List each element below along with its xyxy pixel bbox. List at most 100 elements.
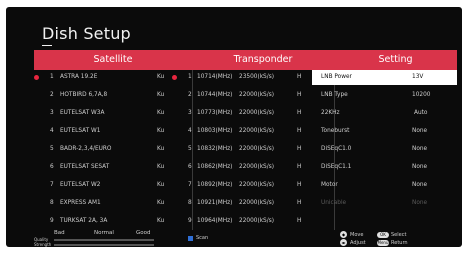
transponder-row[interactable]: 7 10892(MHz) 22000(kS/s) H	[172, 178, 332, 193]
setting-row-lnb-power[interactable]: LNB Power 13V	[312, 70, 457, 85]
setting-label: DiSEqC1.1	[321, 164, 352, 170]
ok-key-icon: OK	[377, 232, 389, 238]
satellite-number: 7	[50, 182, 54, 188]
satellite-band: Ku	[157, 74, 165, 80]
transponder-row[interactable]: 9 10964(MHz) 22000(kS/s) H	[172, 214, 332, 229]
satellite-number: 9	[50, 218, 54, 224]
transponder-number: 7	[188, 182, 192, 188]
satellite-number: 4	[50, 128, 54, 134]
setting-label: 22KHz	[321, 110, 340, 116]
dish-setup-screen: Dish Setup Satellite Transponder Setting…	[6, 7, 462, 247]
setting-value: Auto	[414, 110, 428, 116]
adjust-hint: Adjust	[350, 240, 366, 246]
satellite-row[interactable]: 6 EUTELSAT SESAT Ku	[34, 160, 192, 175]
transponder-symbol-rate: 22000(kS/s)	[239, 182, 274, 188]
transponder-frequency: 10862(MHz)	[197, 164, 233, 170]
transponder-frequency: 10773(MHz)	[197, 110, 233, 116]
satellite-row[interactable]: 8 EXPRESS AM1 Ku	[34, 196, 192, 211]
move-hint: Move	[350, 232, 364, 238]
setting-label: LNB Type	[321, 92, 348, 98]
setting-row-diseqc11[interactable]: DiSEqC1.1 None	[312, 160, 457, 175]
satellite-number: 5	[50, 146, 54, 152]
satellite-row[interactable]: 2 HOTBIRD 6,7A,8 Ku	[34, 88, 192, 103]
transponder-header[interactable]: Transponder	[192, 54, 334, 65]
setting-row-motor[interactable]: Motor None	[312, 178, 457, 193]
navigation-key-icon: ◆	[340, 231, 347, 238]
satellite-name: EXPRESS AM1	[60, 200, 101, 206]
transponder-row[interactable]: 4 10803(MHz) 22000(kS/s) H	[172, 124, 332, 139]
satellite-number: 8	[50, 200, 54, 206]
setting-label: Toneburst	[321, 128, 350, 134]
setting-value: None	[412, 200, 428, 206]
select-hint: Select	[391, 232, 407, 238]
transponder-symbol-rate: 22000(kS/s)	[239, 218, 274, 224]
transponder-polarization: H	[297, 110, 302, 116]
satellite-row[interactable]: 9 TURKSAT 2A, 3A Ku	[34, 214, 192, 229]
satellite-name: BADR-2,3,4/EURO	[60, 146, 112, 152]
satellite-band: Ku	[157, 200, 165, 206]
transponder-row[interactable]: 8 10921(MHz) 22000(kS/s) H	[172, 196, 332, 211]
satellite-number: 2	[50, 92, 54, 98]
satellite-row[interactable]: 1 ASTRA 19.2E Ku	[34, 70, 192, 85]
setting-row-toneburst[interactable]: Toneburst None	[312, 124, 457, 139]
setting-header[interactable]: Setting	[334, 54, 457, 65]
transponder-polarization: H	[297, 200, 302, 206]
transponder-row[interactable]: 2 10744(MHz) 22000(kS/s) H	[172, 88, 332, 103]
transponder-symbol-rate: 22000(kS/s)	[239, 128, 274, 134]
setting-row-lnb-type[interactable]: LNB Type 10200	[312, 88, 457, 103]
transponder-frequency: 10714(MHz)	[197, 74, 233, 80]
transponder-row[interactable]: 5 10832(MHz) 22000(kS/s) H	[172, 142, 332, 157]
satellite-header[interactable]: Satellite	[34, 54, 192, 65]
transponder-polarization: H	[297, 128, 302, 134]
satellite-band: Ku	[157, 128, 165, 134]
satellite-name: EUTELSAT W3A	[60, 110, 105, 116]
satellite-band: Ku	[157, 146, 165, 152]
satellite-band: Ku	[157, 182, 165, 188]
setting-value: 10200	[412, 92, 431, 98]
title-underline	[42, 45, 52, 46]
satellite-row[interactable]: 4 EUTELSAT W1 Ku	[34, 124, 192, 139]
satellite-band: Ku	[157, 218, 165, 224]
transponder-polarization: H	[297, 92, 302, 98]
return-hint: Return	[391, 240, 408, 246]
setting-label: Motor	[321, 182, 338, 188]
transponder-number: 9	[188, 218, 192, 224]
transponder-frequency: 10921(MHz)	[197, 200, 233, 206]
satellite-band: Ku	[157, 164, 165, 170]
satellite-number: 1	[50, 74, 54, 80]
transponder-row[interactable]: 6 10862(MHz) 22000(kS/s) H	[172, 160, 332, 175]
satellite-band: Ku	[157, 110, 165, 116]
transponder-symbol-rate: 22000(kS/s)	[239, 200, 274, 206]
transponder-polarization: H	[297, 182, 302, 188]
transponder-row[interactable]: 1 10714(MHz) 23500(kS/s) H	[172, 70, 332, 85]
transponder-frequency: 10832(MHz)	[197, 146, 233, 152]
satellite-name: HOTBIRD 6,7A,8	[60, 92, 108, 98]
adjust-key-icon: ◂▸	[340, 239, 347, 246]
setting-value: None	[412, 128, 428, 134]
setting-row-unicable: Unicable None	[312, 196, 457, 211]
transponder-number: 2	[188, 92, 192, 98]
strength-bar	[54, 244, 154, 246]
signal-bad-label: Bad	[54, 230, 65, 236]
scan-hint[interactable]: Scan	[196, 235, 208, 241]
transponder-number: 1	[188, 74, 192, 80]
transponder-symbol-rate: 22000(kS/s)	[239, 146, 274, 152]
setting-row-diseqc10[interactable]: DiSEqC1.0 None	[312, 142, 457, 157]
setting-label: Unicable	[321, 200, 347, 206]
page-title: Dish Setup	[42, 24, 131, 43]
transponder-symbol-rate: 22000(kS/s)	[239, 164, 274, 170]
transponder-number: 3	[188, 110, 192, 116]
transponder-frequency: 10744(MHz)	[197, 92, 233, 98]
setting-row-22khz[interactable]: 22KHz Auto	[312, 106, 457, 121]
satellite-number: 3	[50, 110, 54, 116]
transponder-number: 4	[188, 128, 192, 134]
signal-normal-label: Normal	[94, 230, 114, 236]
transponder-row[interactable]: 3 10773(MHz) 22000(kS/s) H	[172, 106, 332, 121]
setting-value: None	[412, 146, 428, 152]
satellite-row[interactable]: 5 BADR-2,3,4/EURO Ku	[34, 142, 192, 157]
column-header-bar: Satellite Transponder Setting	[34, 50, 457, 70]
satellite-row[interactable]: 7 EUTELSAT W2 Ku	[34, 178, 192, 193]
setting-value: 13V	[412, 74, 424, 80]
transponder-frequency: 10892(MHz)	[197, 182, 233, 188]
satellite-row[interactable]: 3 EUTELSAT W3A Ku	[34, 106, 192, 121]
